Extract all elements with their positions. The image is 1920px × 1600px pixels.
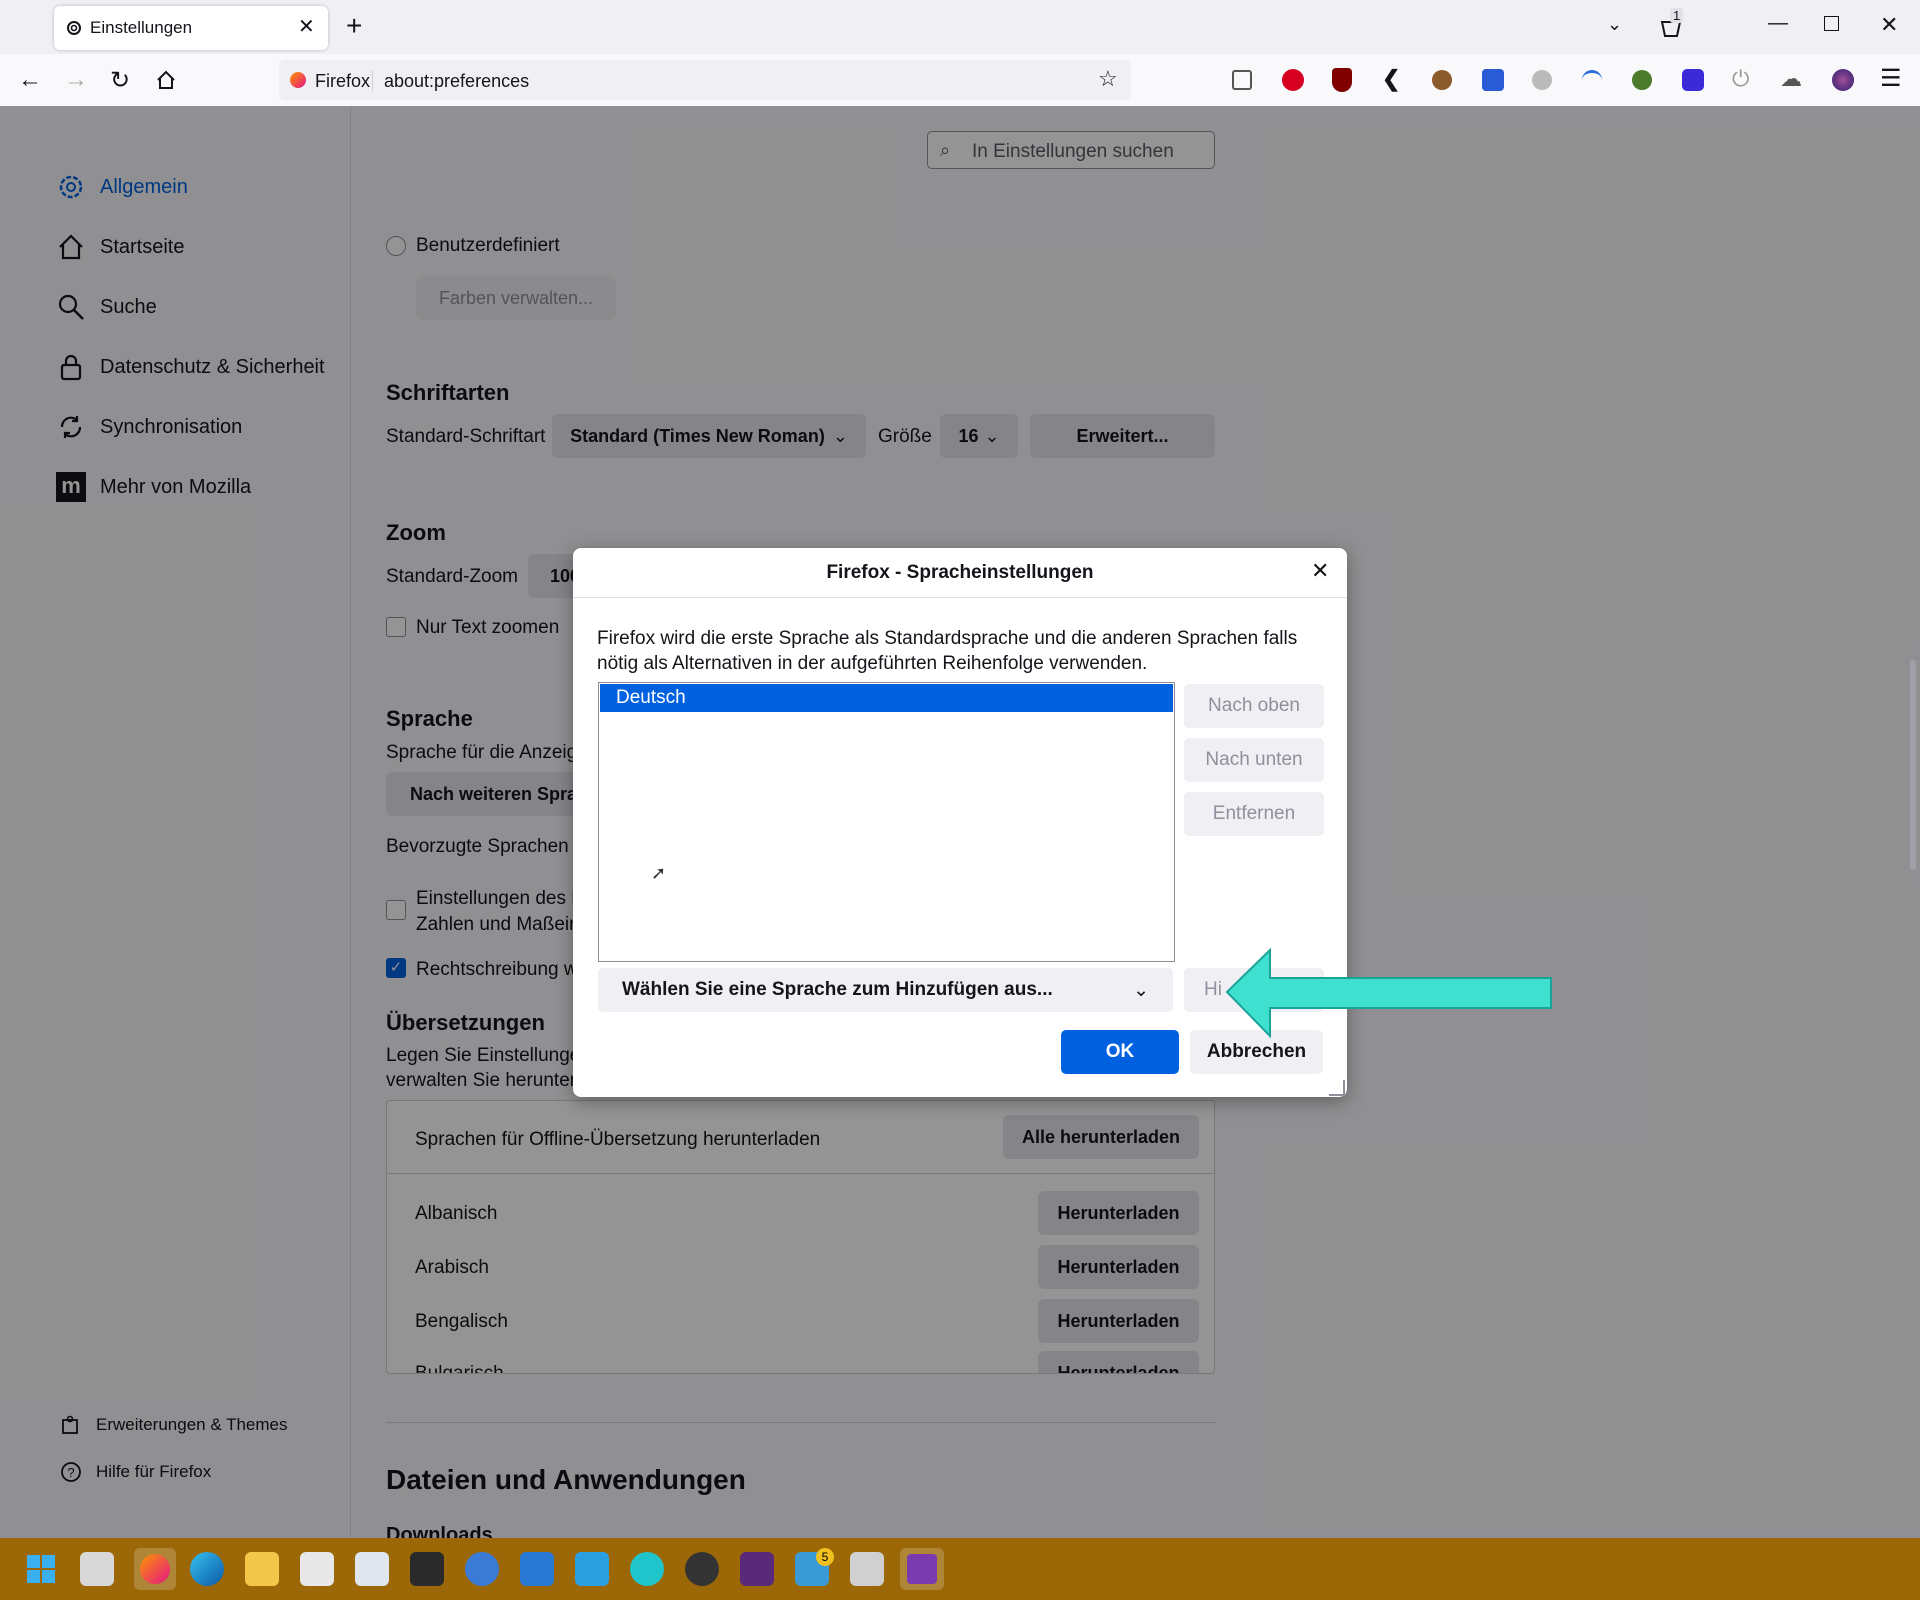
maximize-button[interactable] xyxy=(1824,16,1839,31)
account-icon[interactable] xyxy=(1832,69,1854,91)
dialog-description: Firefox wird die erste Sprache als Stand… xyxy=(597,628,1298,674)
chevron-down-icon[interactable]: ⌄ xyxy=(1607,14,1622,35)
star-icon[interactable]: ☆ xyxy=(1098,66,1118,92)
menu-icon[interactable]: ☰ xyxy=(1880,64,1902,93)
close-window-button[interactable]: ✕ xyxy=(1880,12,1898,38)
resize-grip[interactable] xyxy=(1329,1080,1345,1096)
close-icon[interactable]: ✕ xyxy=(1311,558,1329,584)
add-language-select[interactable]: Wählen Sie eine Sprache zum Hinzufügen a… xyxy=(598,968,1173,1012)
close-tab-icon[interactable]: ✕ xyxy=(298,14,315,39)
extension-4-icon[interactable] xyxy=(1432,70,1452,90)
canva-icon[interactable] xyxy=(630,1552,664,1586)
extension-3-icon[interactable]: ❮ xyxy=(1382,66,1400,92)
vscode-icon[interactable] xyxy=(520,1552,554,1586)
add-language-placeholder: Wählen Sie eine Sprache zum Hinzufügen a… xyxy=(622,979,1053,1000)
obs-icon[interactable] xyxy=(685,1552,719,1586)
gear-icon xyxy=(64,18,84,38)
edge-icon[interactable] xyxy=(190,1552,224,1586)
store-icon[interactable] xyxy=(300,1552,334,1586)
url-divider xyxy=(372,70,373,92)
cloud-icon[interactable]: ☁ xyxy=(1780,66,1802,92)
minimize-button[interactable]: — xyxy=(1768,12,1788,35)
home-icon[interactable] xyxy=(148,62,184,98)
snipping-icon[interactable] xyxy=(850,1552,884,1586)
reload-icon[interactable]: ↻ xyxy=(102,62,138,98)
annotation-arrow xyxy=(1225,946,1555,1042)
scrollbar[interactable] xyxy=(1910,660,1916,870)
remove-button[interactable]: Entfernen xyxy=(1184,792,1324,836)
cursor-icon: ➚ xyxy=(651,863,667,883)
firefox-taskbar-icon[interactable] xyxy=(134,1548,176,1590)
power-icon[interactable]: ⏻ xyxy=(1732,66,1749,92)
start-icon[interactable] xyxy=(24,1552,58,1586)
new-tab-icon[interactable]: + xyxy=(346,10,362,42)
extension-6-icon[interactable] xyxy=(1532,70,1552,90)
terminal-icon[interactable] xyxy=(410,1552,444,1586)
list-item[interactable]: Deutsch xyxy=(600,684,1173,712)
extension-8-icon[interactable] xyxy=(1632,70,1652,90)
extensions-icon[interactable] xyxy=(1232,70,1252,90)
taskbar xyxy=(0,1538,1920,1600)
firefox-icon xyxy=(290,72,306,88)
ublock-icon[interactable] xyxy=(1332,68,1352,92)
move-up-button[interactable]: Nach oben xyxy=(1184,684,1324,728)
todo-badge: 5 xyxy=(816,1548,834,1566)
app-icon[interactable] xyxy=(900,1548,944,1590)
sync-app-icon[interactable] xyxy=(575,1552,609,1586)
folder-icon[interactable] xyxy=(245,1552,279,1586)
extension-1-icon[interactable] xyxy=(1282,69,1304,91)
calendar-icon[interactable] xyxy=(355,1552,389,1586)
tab-title: Einstellungen xyxy=(90,18,193,37)
url-text[interactable]: about:preferences xyxy=(384,71,529,92)
extension-7-icon[interactable] xyxy=(1582,70,1602,90)
notification-count: 1 xyxy=(1670,8,1684,23)
firefox-icon xyxy=(140,1554,170,1584)
extension-9-icon[interactable] xyxy=(1682,69,1704,91)
back-icon[interactable]: ← xyxy=(12,62,48,98)
chevron-down-icon: ⌄ xyxy=(1133,979,1149,1001)
language-list[interactable]: Deutsch ➚ xyxy=(598,682,1175,962)
move-down-button[interactable]: Nach unten xyxy=(1184,738,1324,782)
app-icon-inner xyxy=(907,1554,937,1584)
thunderbird-icon[interactable] xyxy=(465,1552,499,1586)
ok-button[interactable]: OK xyxy=(1061,1030,1179,1074)
dialog-title: Firefox - Spracheinstellungen xyxy=(826,562,1094,583)
extension-5-icon[interactable] xyxy=(1482,69,1504,91)
identity-label: Firefox xyxy=(315,71,371,91)
dialog-divider xyxy=(573,597,1347,598)
affinity-icon[interactable] xyxy=(740,1552,774,1586)
forward-icon[interactable]: → xyxy=(58,62,94,98)
task-view-icon[interactable] xyxy=(80,1552,114,1586)
